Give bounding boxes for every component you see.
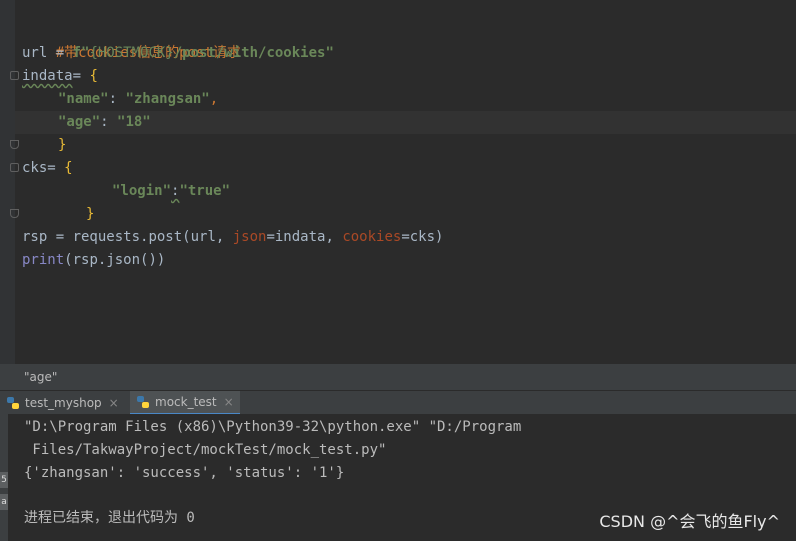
console-line: 进程已结束，退出代码为 0 — [24, 510, 195, 526]
code-token: rsp = requests. — [22, 229, 149, 245]
code-line-1: #带cookies信息的post请求 — [22, 19, 241, 61]
breadcrumb-item[interactable]: "age" — [0, 370, 57, 384]
code-editor[interactable]: #带cookies信息的post请求 url = f"{HOSTMOCK}/po… — [0, 0, 796, 364]
code-line-9: } — [86, 203, 94, 226]
close-icon[interactable]: × — [109, 391, 119, 415]
code-line-5: "age": "18" — [58, 111, 151, 134]
code-token: indata — [22, 68, 73, 84]
code-token: "login" — [112, 183, 172, 199]
code-token: (rsp. — [64, 252, 107, 268]
code-token: json — [106, 252, 141, 268]
code-token: "18" — [117, 114, 151, 130]
code-token: =cks) — [401, 229, 444, 245]
code-token: (url, — [182, 229, 233, 245]
code-token: : — [100, 114, 118, 130]
code-token: {HOSTMOCK} — [89, 45, 174, 61]
code-token: = — [47, 160, 65, 176]
code-line-10: rsp = requests.post(url, json=indata, co… — [22, 226, 443, 249]
code-token: json — [232, 229, 267, 245]
code-line-4: "name": "zhangsan", — [58, 88, 218, 111]
code-token: "true" — [179, 183, 231, 199]
breadcrumb[interactable]: "age" — [0, 364, 796, 390]
code-token: =indata, — [266, 229, 343, 245]
console-line: Files/TakwayProject/mockTest/mock_test.p… — [24, 442, 387, 458]
code-token: , — [209, 91, 219, 107]
fold-marker-icon[interactable] — [10, 163, 19, 172]
code-token: "zhangsan" — [125, 91, 210, 107]
code-token: post — [148, 229, 183, 245]
toolbar-button[interactable]: 5 — [0, 472, 8, 488]
editor-gutter — [0, 0, 15, 364]
code-token: } — [58, 137, 67, 153]
fold-marker-icon[interactable] — [10, 71, 19, 80]
code-token: : — [108, 91, 126, 107]
console-line: "D:\Program Files (x86)\Python39-32\pyth… — [24, 419, 522, 435]
code-line-8: "login":"true" — [112, 180, 230, 203]
code-token: ()) — [140, 252, 166, 268]
code-token: f" — [72, 45, 90, 61]
tab-test-myshop[interactable]: test_myshop × — [6, 391, 119, 415]
code-token: { — [89, 68, 98, 84]
code-line-7: cks= { — [22, 157, 73, 180]
code-line-3: indata= { — [22, 65, 98, 88]
code-token: "age" — [58, 114, 101, 130]
fold-end-icon[interactable] — [10, 140, 19, 149]
code-token: cookies — [342, 229, 402, 245]
code-token: /post/with/cookies" — [173, 45, 334, 61]
python-icon — [137, 396, 149, 408]
tab-label: test_myshop — [25, 396, 102, 410]
code-token: print — [22, 252, 65, 268]
tab-mock-test[interactable]: mock_test × — [130, 391, 240, 415]
code-token: } — [86, 206, 95, 222]
fold-end-icon[interactable] — [10, 209, 19, 218]
console-line: {'zhangsan': 'success', 'status': '1'} — [24, 465, 345, 481]
code-token: "name" — [58, 91, 109, 107]
code-token: = — [72, 68, 90, 84]
code-line-11: print(rsp.json()) — [22, 249, 165, 272]
code-token: url = — [22, 45, 73, 61]
code-token: cks — [22, 160, 48, 176]
code-line-2: url = f"{HOSTMOCK}/post/with/cookies" — [22, 42, 334, 65]
watermark: CSDN @^会飞的鱼Fly^ — [599, 512, 780, 531]
python-icon — [7, 397, 19, 409]
code-token: { — [64, 160, 73, 176]
close-icon[interactable]: × — [224, 390, 234, 414]
code-line-6: } — [58, 134, 66, 157]
run-tabs: test_myshop × mock_test × — [0, 390, 796, 415]
console-toolbar: 5 a — [0, 414, 8, 541]
tab-label: mock_test — [155, 395, 217, 409]
toolbar-button[interactable]: a — [0, 494, 8, 510]
